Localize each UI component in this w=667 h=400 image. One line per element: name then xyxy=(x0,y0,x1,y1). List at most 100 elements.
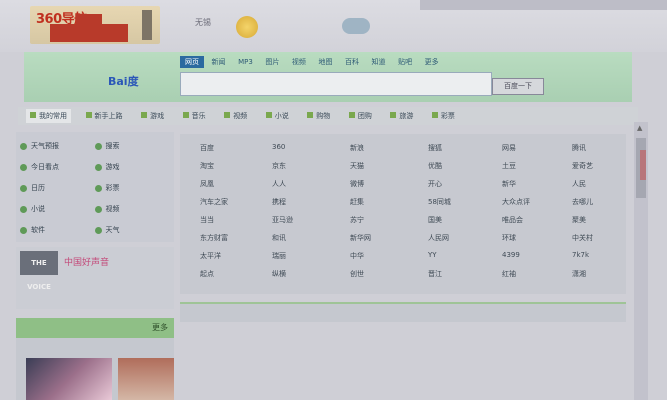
site-link[interactable]: 中关村 xyxy=(572,233,593,243)
tool-link[interactable]: 软件 xyxy=(20,222,92,239)
search-tab[interactable]: MP3 xyxy=(233,57,258,67)
nav-item[interactable]: 旅游 xyxy=(386,109,417,123)
site-link[interactable]: 淘宝 xyxy=(200,161,214,171)
search-tab[interactable]: 知道 xyxy=(367,56,391,68)
nav-icon xyxy=(265,112,272,118)
site-link[interactable]: 唯品会 xyxy=(502,215,523,225)
nav-item[interactable]: 购物 xyxy=(303,109,334,123)
site-link[interactable]: 纵横 xyxy=(272,269,286,279)
tool-link[interactable]: 今日看点 xyxy=(20,159,92,176)
search-tab[interactable]: 网页 xyxy=(180,56,204,68)
tool-link[interactable]: 日历 xyxy=(20,180,92,197)
site-link[interactable]: 汽车之家 xyxy=(200,197,228,207)
site-link[interactable]: 优酷 xyxy=(428,161,442,171)
tool-icon xyxy=(94,142,102,150)
tool-link[interactable]: 游戏 xyxy=(94,159,167,176)
site-link[interactable]: YY xyxy=(428,251,437,259)
site-link[interactable]: 搜狐 xyxy=(428,143,442,153)
left-lower-box xyxy=(16,338,174,400)
site-link[interactable]: 创世 xyxy=(350,269,364,279)
site-link[interactable]: 开心 xyxy=(428,179,442,189)
site-link[interactable]: 去哪儿 xyxy=(572,197,593,207)
nav-icon xyxy=(348,112,355,118)
site-link[interactable]: 赶集 xyxy=(350,197,364,207)
tool-link[interactable]: 视频 xyxy=(94,201,167,218)
city-label[interactable]: 无锡 xyxy=(195,17,211,28)
site-link[interactable]: 百度 xyxy=(200,143,214,153)
tool-link[interactable]: 搜索 xyxy=(94,138,167,155)
site-link[interactable]: 起点 xyxy=(200,269,214,279)
site-link[interactable]: 58同城 xyxy=(428,197,451,207)
site-link[interactable]: 亚马逊 xyxy=(272,215,293,225)
site-link[interactable]: 东方财富 xyxy=(200,233,228,243)
site-link[interactable]: 腾讯 xyxy=(572,143,586,153)
left-box-more-link[interactable]: 更多 xyxy=(152,322,168,333)
site-link[interactable]: 瑞丽 xyxy=(272,251,286,261)
site-link[interactable]: 凤凰 xyxy=(200,179,214,189)
nav-item[interactable]: 音乐 xyxy=(179,109,210,123)
tool-label: 视频 xyxy=(105,205,120,213)
site-link[interactable]: 聚美 xyxy=(572,215,586,225)
search-tab[interactable]: 新闻 xyxy=(207,56,231,68)
search-tab[interactable]: 更多 xyxy=(420,56,444,68)
tool-link[interactable]: 彩票 xyxy=(94,180,167,197)
nav-item[interactable]: 彩票 xyxy=(428,109,459,123)
site-link[interactable]: 新华 xyxy=(502,179,516,189)
site-link[interactable]: 晋江 xyxy=(428,269,442,279)
site-link[interactable]: 京东 xyxy=(272,161,286,171)
site-link[interactable]: 潇湘 xyxy=(572,269,586,279)
site-link[interactable]: 人民网 xyxy=(428,233,449,243)
tool-link[interactable]: 天气预报 xyxy=(20,138,92,155)
site-link[interactable]: 红袖 xyxy=(502,269,516,279)
nav-item[interactable]: 团购 xyxy=(345,109,376,123)
site-link[interactable]: 人民 xyxy=(572,179,586,189)
search-engine-logo[interactable]: Bai度 xyxy=(108,73,139,89)
site-link[interactable]: 太平洋 xyxy=(200,251,221,261)
promo-banner[interactable]: THE VOICE 中国好声音 xyxy=(16,247,174,309)
site-link[interactable]: 天猫 xyxy=(350,161,364,171)
nav-item[interactable]: 游戏 xyxy=(137,109,168,123)
nav-label: 我的常用 xyxy=(39,112,67,120)
site-link[interactable]: 爱奇艺 xyxy=(572,161,593,171)
site-link[interactable]: 土豆 xyxy=(502,161,516,171)
search-tab[interactable]: 图片 xyxy=(260,56,284,68)
left-tools-grid: 天气预报 搜索 今日看点 游戏 日历 彩票 小说 视频 软件 天气 xyxy=(20,138,172,243)
site-link[interactable]: 4399 xyxy=(502,251,520,259)
site-link[interactable]: 网易 xyxy=(502,143,516,153)
site-link[interactable]: 微博 xyxy=(350,179,364,189)
site-links-grid xyxy=(180,134,626,294)
site-link[interactable]: 苏宁 xyxy=(350,215,364,225)
search-tab[interactable]: 地图 xyxy=(313,56,337,68)
nav-label: 购物 xyxy=(316,112,331,120)
site-link[interactable]: 新浪 xyxy=(350,143,364,153)
tool-link[interactable]: 小说 xyxy=(20,201,92,218)
site-link[interactable]: 7k7k xyxy=(572,251,589,259)
site-link[interactable]: 人人 xyxy=(272,179,286,189)
search-button[interactable]: 百度一下 xyxy=(492,78,544,95)
photo-thumbnail[interactable] xyxy=(26,358,112,400)
logo-tower-graphic xyxy=(142,10,152,40)
site-logo[interactable]: 360导航 xyxy=(30,6,160,44)
tool-icon xyxy=(94,205,102,213)
banner-title: 中国好声音 xyxy=(64,258,110,268)
search-input[interactable] xyxy=(180,72,492,96)
site-link[interactable]: 环球 xyxy=(502,233,516,243)
nav-item[interactable]: 我的常用 xyxy=(26,109,71,123)
site-link[interactable]: 中华 xyxy=(350,251,364,261)
search-tab[interactable]: 百科 xyxy=(340,56,364,68)
site-link[interactable]: 国美 xyxy=(428,215,442,225)
nav-item[interactable]: 新手上路 xyxy=(82,109,127,123)
site-link[interactable]: 当当 xyxy=(200,215,214,225)
site-link[interactable]: 新华网 xyxy=(350,233,371,243)
search-tab[interactable]: 贴吧 xyxy=(393,56,417,68)
search-tab[interactable]: 视频 xyxy=(287,56,311,68)
site-link[interactable]: 360 xyxy=(272,143,285,151)
site-link[interactable]: 和讯 xyxy=(272,233,286,243)
nav-item[interactable]: 视频 xyxy=(220,109,251,123)
photo-thumbnail[interactable] xyxy=(118,358,174,400)
site-link[interactable]: 大众点评 xyxy=(502,197,530,207)
nav-item[interactable]: 小说 xyxy=(262,109,293,123)
site-link[interactable]: 携程 xyxy=(272,197,286,207)
scroll-up-icon[interactable]: ▲ xyxy=(637,124,645,132)
tool-link[interactable]: 天气 xyxy=(94,222,167,239)
